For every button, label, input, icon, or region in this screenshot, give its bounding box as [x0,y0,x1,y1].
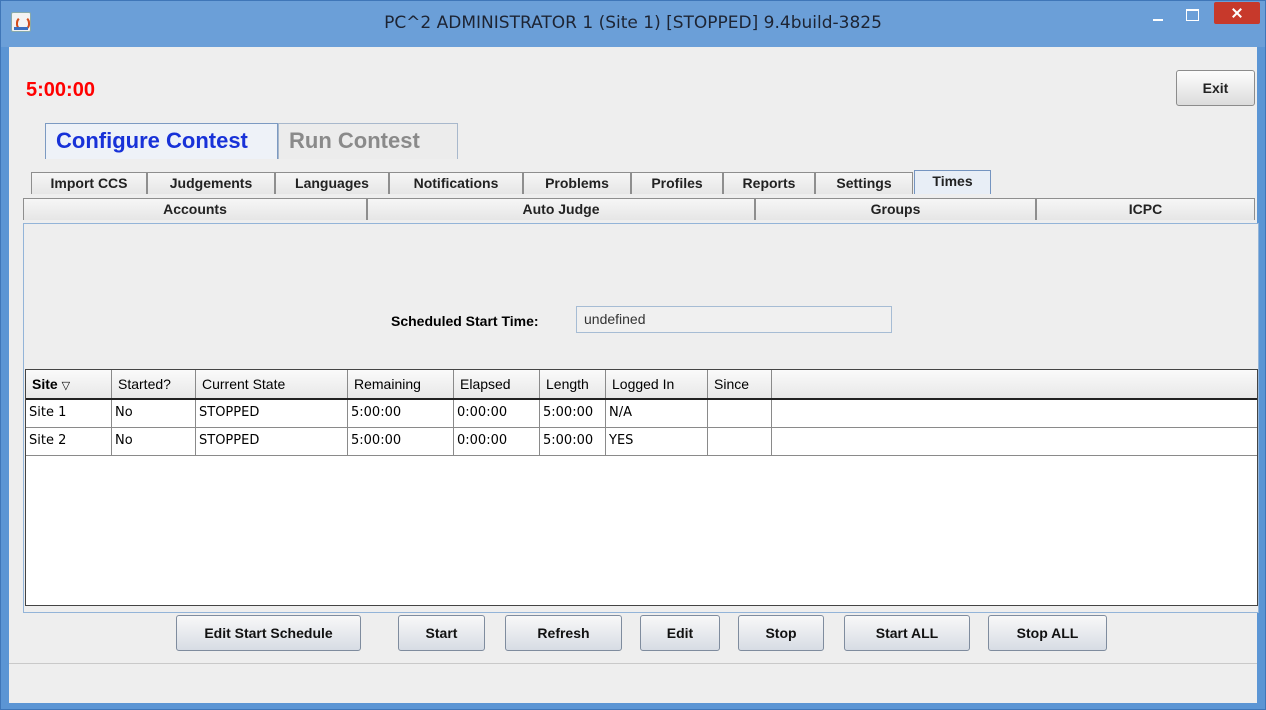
table-row[interactable]: Site 2 No STOPPED 5:00:00 0:00:00 5:00:0… [26,428,1257,456]
tab-profiles[interactable]: Profiles [631,172,723,194]
column-header-site[interactable]: Site ▽ [26,370,112,398]
tab-reports[interactable]: Reports [723,172,815,194]
tab-run-contest[interactable]: Run Contest [278,123,458,159]
table-cell [708,400,772,427]
column-header-filler [772,370,1257,398]
table-cell: 5:00:00 [348,428,454,455]
tab-import-ccs[interactable]: Import CCS [31,172,147,194]
exit-button[interactable]: Exit [1176,70,1255,106]
column-header-current-state[interactable]: Current State [196,370,348,398]
contest-clock: 5:00:00 [26,79,95,101]
close-icon[interactable] [1214,2,1260,24]
table-cell: YES [606,428,708,455]
table-cell: No [112,400,196,427]
tab-problems[interactable]: Problems [523,172,631,194]
table-cell: 5:00:00 [540,428,606,455]
table-cell [708,428,772,455]
column-header-remaining[interactable]: Remaining [348,370,454,398]
column-header-site-label: Site [32,376,58,392]
table-cell: 5:00:00 [348,400,454,427]
sort-descending-icon: ▽ [61,380,71,392]
exit-button-label: Exit [1202,80,1229,96]
tab-notifications[interactable]: Notifications [389,172,523,194]
stop-all-button[interactable]: Stop ALL [988,615,1107,651]
table-cell: Site 2 [26,428,112,455]
column-header-logged-in[interactable]: Logged In [606,370,708,398]
table-cell: N/A [606,400,708,427]
tab-languages[interactable]: Languages [275,172,389,194]
table-cell: No [112,428,196,455]
column-header-elapsed[interactable]: Elapsed [454,370,540,398]
table-header: Site ▽ Started? Current State Remaining … [26,370,1257,400]
status-bar [9,663,1257,703]
tab-configure-contest[interactable]: Configure Contest [45,123,278,159]
scheduled-start-field[interactable]: undefined [576,306,892,333]
column-header-started[interactable]: Started? [112,370,196,398]
maximize-icon[interactable] [1175,1,1209,31]
refresh-button[interactable]: Refresh [505,615,622,651]
column-header-length[interactable]: Length [540,370,606,398]
table-cell: 0:00:00 [454,428,540,455]
window-title: PC^2 ADMINISTRATOR 1 (Site 1) [STOPPED] … [384,13,882,33]
tab-times[interactable]: Times [914,170,991,194]
tab-groups[interactable]: Groups [755,198,1036,220]
table-cell: 0:00:00 [454,400,540,427]
tab-accounts[interactable]: Accounts [23,198,367,220]
start-all-button[interactable]: Start ALL [844,615,970,651]
edit-button[interactable]: Edit [640,615,720,651]
scheduled-start-label: Scheduled Start Time: [391,313,539,329]
sites-table: Site ▽ Started? Current State Remaining … [25,369,1258,606]
table-cell: Site 1 [26,400,112,427]
app-window: PC^2 ADMINISTRATOR 1 (Site 1) [STOPPED] … [0,0,1266,710]
column-header-since[interactable]: Since [708,370,772,398]
tab-auto-judge[interactable]: Auto Judge [367,198,755,220]
start-button[interactable]: Start [398,615,485,651]
edit-start-schedule-button[interactable]: Edit Start Schedule [176,615,361,651]
tab-judgements[interactable]: Judgements [147,172,275,194]
table-cell: STOPPED [196,428,348,455]
table-row[interactable]: Site 1 No STOPPED 5:00:00 0:00:00 5:00:0… [26,400,1257,428]
title-bar[interactable]: PC^2 ADMINISTRATOR 1 (Site 1) [STOPPED] … [1,1,1265,47]
table-cell: 5:00:00 [540,400,606,427]
table-cell: STOPPED [196,400,348,427]
tab-settings[interactable]: Settings [815,172,913,194]
tab-icpc[interactable]: ICPC [1036,198,1255,220]
stop-button[interactable]: Stop [738,615,824,651]
minimize-icon[interactable] [1141,1,1175,31]
